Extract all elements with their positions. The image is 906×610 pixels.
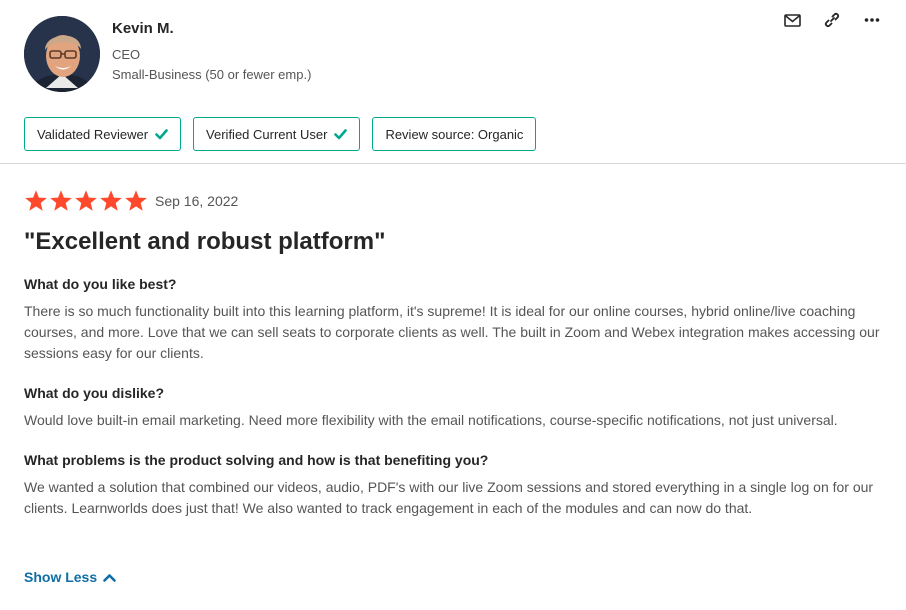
question-label: What do you like best? bbox=[24, 276, 177, 292]
show-less-link[interactable]: Show Less bbox=[24, 569, 116, 585]
review-date: Sep 16, 2022 bbox=[155, 193, 239, 209]
review-actions bbox=[780, 10, 884, 30]
chevron-up-icon bbox=[103, 573, 116, 582]
badge-verified-current-user: Verified Current User bbox=[193, 117, 361, 151]
star-icon bbox=[100, 190, 122, 211]
avatar-photo bbox=[24, 16, 100, 92]
qa-like-best: What do you like best? There is so much … bbox=[24, 275, 884, 364]
answer-text: We wanted a solution that combined our v… bbox=[24, 479, 874, 516]
review-title: "Excellent and robust platform" bbox=[24, 228, 386, 255]
mail-icon[interactable] bbox=[780, 10, 804, 30]
star-icon bbox=[75, 190, 97, 211]
reviewer-badges: Validated Reviewer Verified Current User… bbox=[24, 117, 537, 151]
star-icon bbox=[50, 190, 72, 211]
reviewer-name: Kevin M. bbox=[112, 20, 174, 37]
answer-text: Would love built-in email marketing. Nee… bbox=[24, 412, 838, 428]
review-body: Sep 16, 2022 "Excellent and robust platf… bbox=[24, 188, 884, 519]
rating-row: Sep 16, 2022 bbox=[24, 188, 884, 214]
badge-validated-reviewer: Validated Reviewer bbox=[24, 117, 182, 151]
link-icon[interactable] bbox=[820, 10, 844, 30]
badge-label: Validated Reviewer bbox=[37, 126, 149, 142]
show-less-label: Show Less bbox=[24, 569, 98, 585]
star-icon bbox=[125, 190, 147, 211]
badge-label: Review source: Organic bbox=[385, 126, 524, 142]
question-label: What problems is the product solving and… bbox=[24, 452, 489, 468]
question-label: What do you dislike? bbox=[24, 385, 165, 401]
avatar bbox=[24, 16, 100, 92]
check-icon bbox=[334, 128, 348, 139]
qa-problems-solved: What problems is the product solving and… bbox=[24, 451, 884, 519]
answer-text: There is so much functionality built int… bbox=[24, 303, 880, 361]
badge-label: Verified Current User bbox=[206, 126, 328, 142]
star-rating bbox=[24, 189, 148, 213]
more-icon[interactable] bbox=[860, 10, 884, 30]
reviewer-segment: Small-Business (50 or fewer emp.) bbox=[112, 67, 312, 82]
reviewer-header: Kevin M. CEO Small-Business (50 or fewer… bbox=[0, 0, 906, 164]
qa-dislike: What do you dislike? Would love built-in… bbox=[24, 384, 884, 431]
badge-review-source: Review source: Organic bbox=[372, 117, 537, 151]
star-icon bbox=[25, 190, 47, 211]
check-icon bbox=[155, 128, 168, 139]
reviewer-title: CEO bbox=[112, 47, 141, 62]
